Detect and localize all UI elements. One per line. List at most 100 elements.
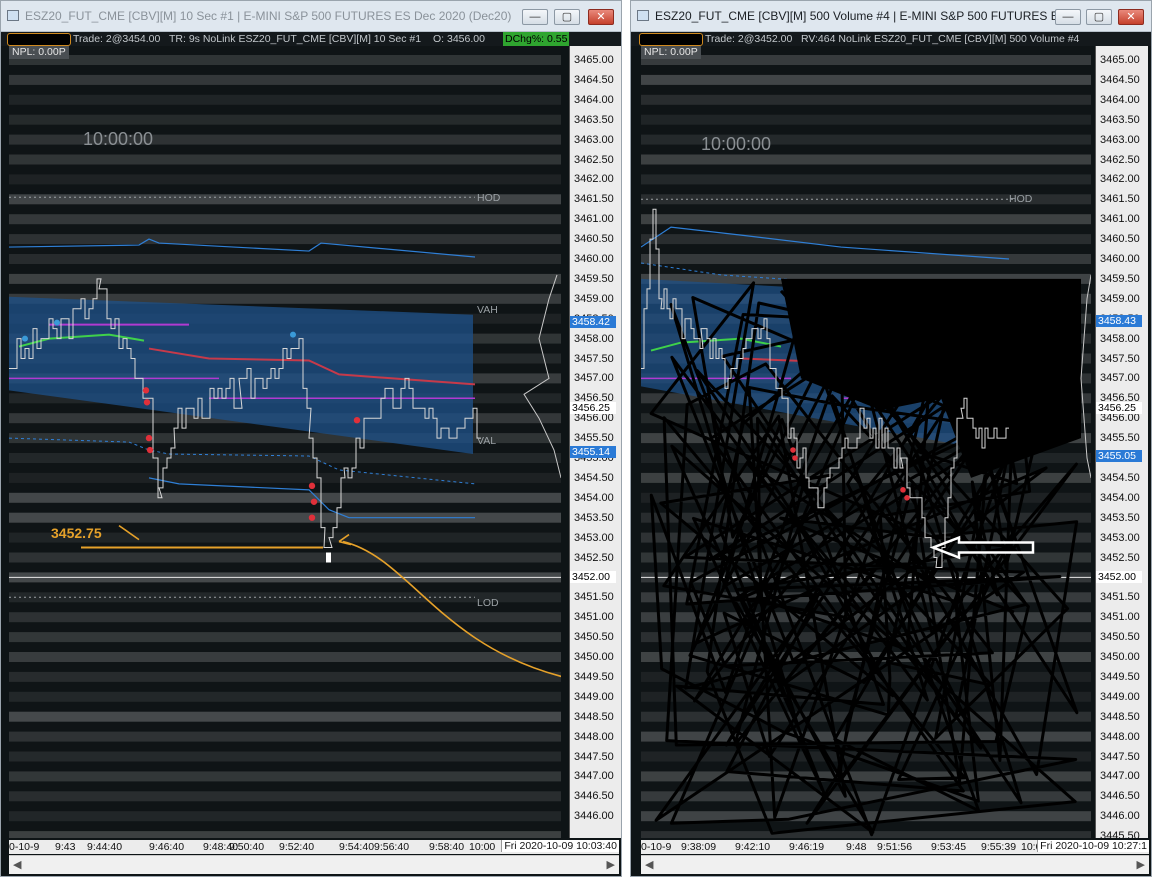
volume-profile-band bbox=[9, 472, 561, 483]
scroll-right-icon[interactable]: ▶ bbox=[1137, 858, 1145, 871]
price-label-last: 3456.25 bbox=[570, 402, 616, 415]
close-button[interactable]: ✕ bbox=[1118, 9, 1144, 25]
price-tick-label: 3450.00 bbox=[1100, 651, 1140, 663]
volume-profile-band bbox=[641, 791, 1091, 802]
price-tick-label: 3463.00 bbox=[1100, 133, 1140, 146]
scribble-redaction bbox=[781, 278, 1081, 478]
last-trade: Trade: 2@3454.00 bbox=[73, 33, 161, 45]
volume-profile-band bbox=[641, 154, 1091, 165]
trade-marker bbox=[146, 446, 154, 454]
volume-profile-band bbox=[9, 74, 561, 85]
volume-profile-band bbox=[9, 791, 561, 802]
volume-profile-band bbox=[9, 94, 561, 105]
trade-marker bbox=[308, 482, 316, 490]
price-tick-label: 3463.00 bbox=[574, 133, 614, 146]
date-time-display: Fri 2020-10-09 10:03:40 bbox=[501, 840, 619, 852]
price-tick-label: 3462.50 bbox=[574, 153, 614, 166]
price-tick-label: 3451.00 bbox=[1100, 611, 1140, 624]
volume-profile-band bbox=[641, 55, 1091, 65]
volume-profile-band bbox=[9, 174, 561, 185]
maximize-button[interactable]: ▢ bbox=[554, 9, 580, 25]
time-tick-label: 9:55:39 bbox=[981, 841, 1017, 853]
time-axis[interactable]: 0-10-9 9:43 9:44:40 9:46:40 9:48:40 9:50:40 9:… bbox=[9, 840, 619, 854]
price-axis[interactable]: 3465.00 3464.50 3464.00 3463.50 3463.00 3462.… bbox=[1095, 46, 1148, 838]
price-tick-label: 3447.00 bbox=[574, 770, 614, 783]
horizontal-scrollbar[interactable]: ◀ ▶ bbox=[641, 855, 1149, 874]
price-tick-label: 3454.50 bbox=[1100, 471, 1140, 484]
daily-change: DChg%: 0.55 bbox=[503, 32, 570, 46]
volume-profile-band bbox=[9, 453, 561, 463]
price-tick-label: 3461.00 bbox=[574, 213, 614, 226]
minimize-button[interactable]: — bbox=[1055, 9, 1081, 25]
price-tick-label: 3448.00 bbox=[574, 730, 614, 743]
price-tick-label: 3465.00 bbox=[574, 54, 614, 66]
clock-display: 10:00:00 bbox=[701, 134, 772, 154]
horizontal-scrollbar[interactable]: ◀ ▶ bbox=[9, 855, 619, 874]
scroll-right-icon[interactable]: ▶ bbox=[607, 858, 615, 871]
maximize-icon: ▢ bbox=[561, 11, 573, 23]
volume-profile-band bbox=[9, 273, 561, 284]
price-axis[interactable]: 3465.00 3464.50 3464.00 3463.50 3463.00 3462.… bbox=[569, 46, 621, 838]
price-tick-label: 3455.50 bbox=[574, 432, 614, 445]
price-tick-label: 3451.50 bbox=[1100, 591, 1140, 604]
title-bar[interactable]: ESZ20_FUT_CME [CBV][M] 10 Sec #1 | E-MIN… bbox=[1, 1, 621, 32]
close-button[interactable]: ✕ bbox=[588, 9, 614, 25]
trade-marker bbox=[790, 447, 796, 453]
price-tick-label: 3452.50 bbox=[1100, 551, 1140, 564]
price-tick-label: 3450.50 bbox=[1100, 631, 1140, 644]
price-chart-area[interactable] bbox=[641, 46, 1091, 838]
price-tick-label: 3453.00 bbox=[574, 531, 614, 544]
price-tick-label: 3460.00 bbox=[1100, 253, 1140, 265]
price-tick-label: 3451.50 bbox=[574, 591, 614, 604]
minimize-button[interactable]: — bbox=[522, 9, 548, 25]
price-tick-label: 3463.50 bbox=[574, 113, 614, 126]
chart-window-10-sec[interactable]: ESZ20_FUT_CME [CBV][M] 10 Sec #1 | E-MIN… bbox=[0, 0, 622, 877]
volume-profile-band bbox=[641, 114, 1091, 125]
time-tick-label: 0-10-9 bbox=[9, 841, 40, 853]
volume-profile-band bbox=[9, 811, 561, 822]
volume-profile-band bbox=[641, 74, 1091, 85]
price-tick-label: 3462.00 bbox=[574, 173, 614, 186]
chart-info-bar: Trade: 2@3454.00 TR: 9s NoLink ESZ20_FUT… bbox=[1, 32, 621, 46]
time-tick-label: 0-10-9 bbox=[641, 841, 672, 853]
last-price-marker bbox=[326, 552, 331, 563]
time-axis[interactable]: 0-10-9 9:38:09 9:42:10 9:46:19 9:48 9:51:56 9:… bbox=[641, 840, 1149, 854]
redacted-field bbox=[639, 33, 703, 46]
price-tick-label: 3460.50 bbox=[1100, 233, 1140, 246]
scroll-left-icon[interactable]: ◀ bbox=[13, 858, 21, 871]
title-bar[interactable]: ESZ20_FUT_CME [CBV][M] 500 Volume #4 | E… bbox=[631, 1, 1151, 32]
time-tick-label: 9:48 bbox=[846, 841, 867, 853]
price-tick-label: 3449.00 bbox=[574, 690, 614, 703]
maximize-icon: ▢ bbox=[1093, 11, 1105, 23]
lod-label: LOD bbox=[477, 597, 499, 609]
volume-profile-band bbox=[9, 154, 561, 165]
volume-profile-band bbox=[9, 254, 561, 264]
price-label-upper: 3458.42 bbox=[570, 315, 616, 328]
vah-label: VAH bbox=[477, 304, 498, 316]
price-tick-label: 3461.00 bbox=[1100, 213, 1140, 226]
volume-profile-band bbox=[641, 711, 1091, 722]
volume-profile-band bbox=[9, 831, 561, 838]
price-tick-label: 3450.50 bbox=[574, 631, 614, 644]
scroll-left-icon[interactable]: ◀ bbox=[645, 858, 653, 871]
time-tick-label: 9:52:40 bbox=[279, 841, 315, 853]
volume-info: RV:464 NoLink ESZ20_FUT_CME [CBV][M] 500… bbox=[801, 33, 1080, 45]
time-tick-label: 9:38:09 bbox=[681, 841, 717, 853]
close-icon: ✕ bbox=[596, 11, 606, 23]
hod-label: HOD bbox=[1009, 193, 1033, 205]
price-tick-label: 3450.00 bbox=[574, 651, 614, 663]
price-tick-label: 3451.00 bbox=[574, 611, 614, 624]
time-tick-label: 9:50:40 bbox=[229, 841, 265, 853]
close-icon: ✕ bbox=[1126, 11, 1136, 23]
volume-profile-band bbox=[9, 711, 561, 722]
trade-marker bbox=[145, 434, 153, 442]
volume-profile-band bbox=[641, 771, 1091, 782]
price-tick-label: 3459.00 bbox=[574, 292, 614, 305]
price-tick-label: 3460.00 bbox=[574, 253, 614, 265]
maximize-button[interactable]: ▢ bbox=[1086, 9, 1112, 25]
app-icon bbox=[637, 10, 649, 21]
chart-window-500-volume[interactable]: ESZ20_FUT_CME [CBV][M] 500 Volume #4 | E… bbox=[630, 0, 1152, 877]
price-label-cursor: 3452.00 bbox=[570, 571, 616, 584]
time-tick-label: 9:54:40 bbox=[339, 841, 375, 853]
volume-profile-band bbox=[641, 254, 1091, 264]
